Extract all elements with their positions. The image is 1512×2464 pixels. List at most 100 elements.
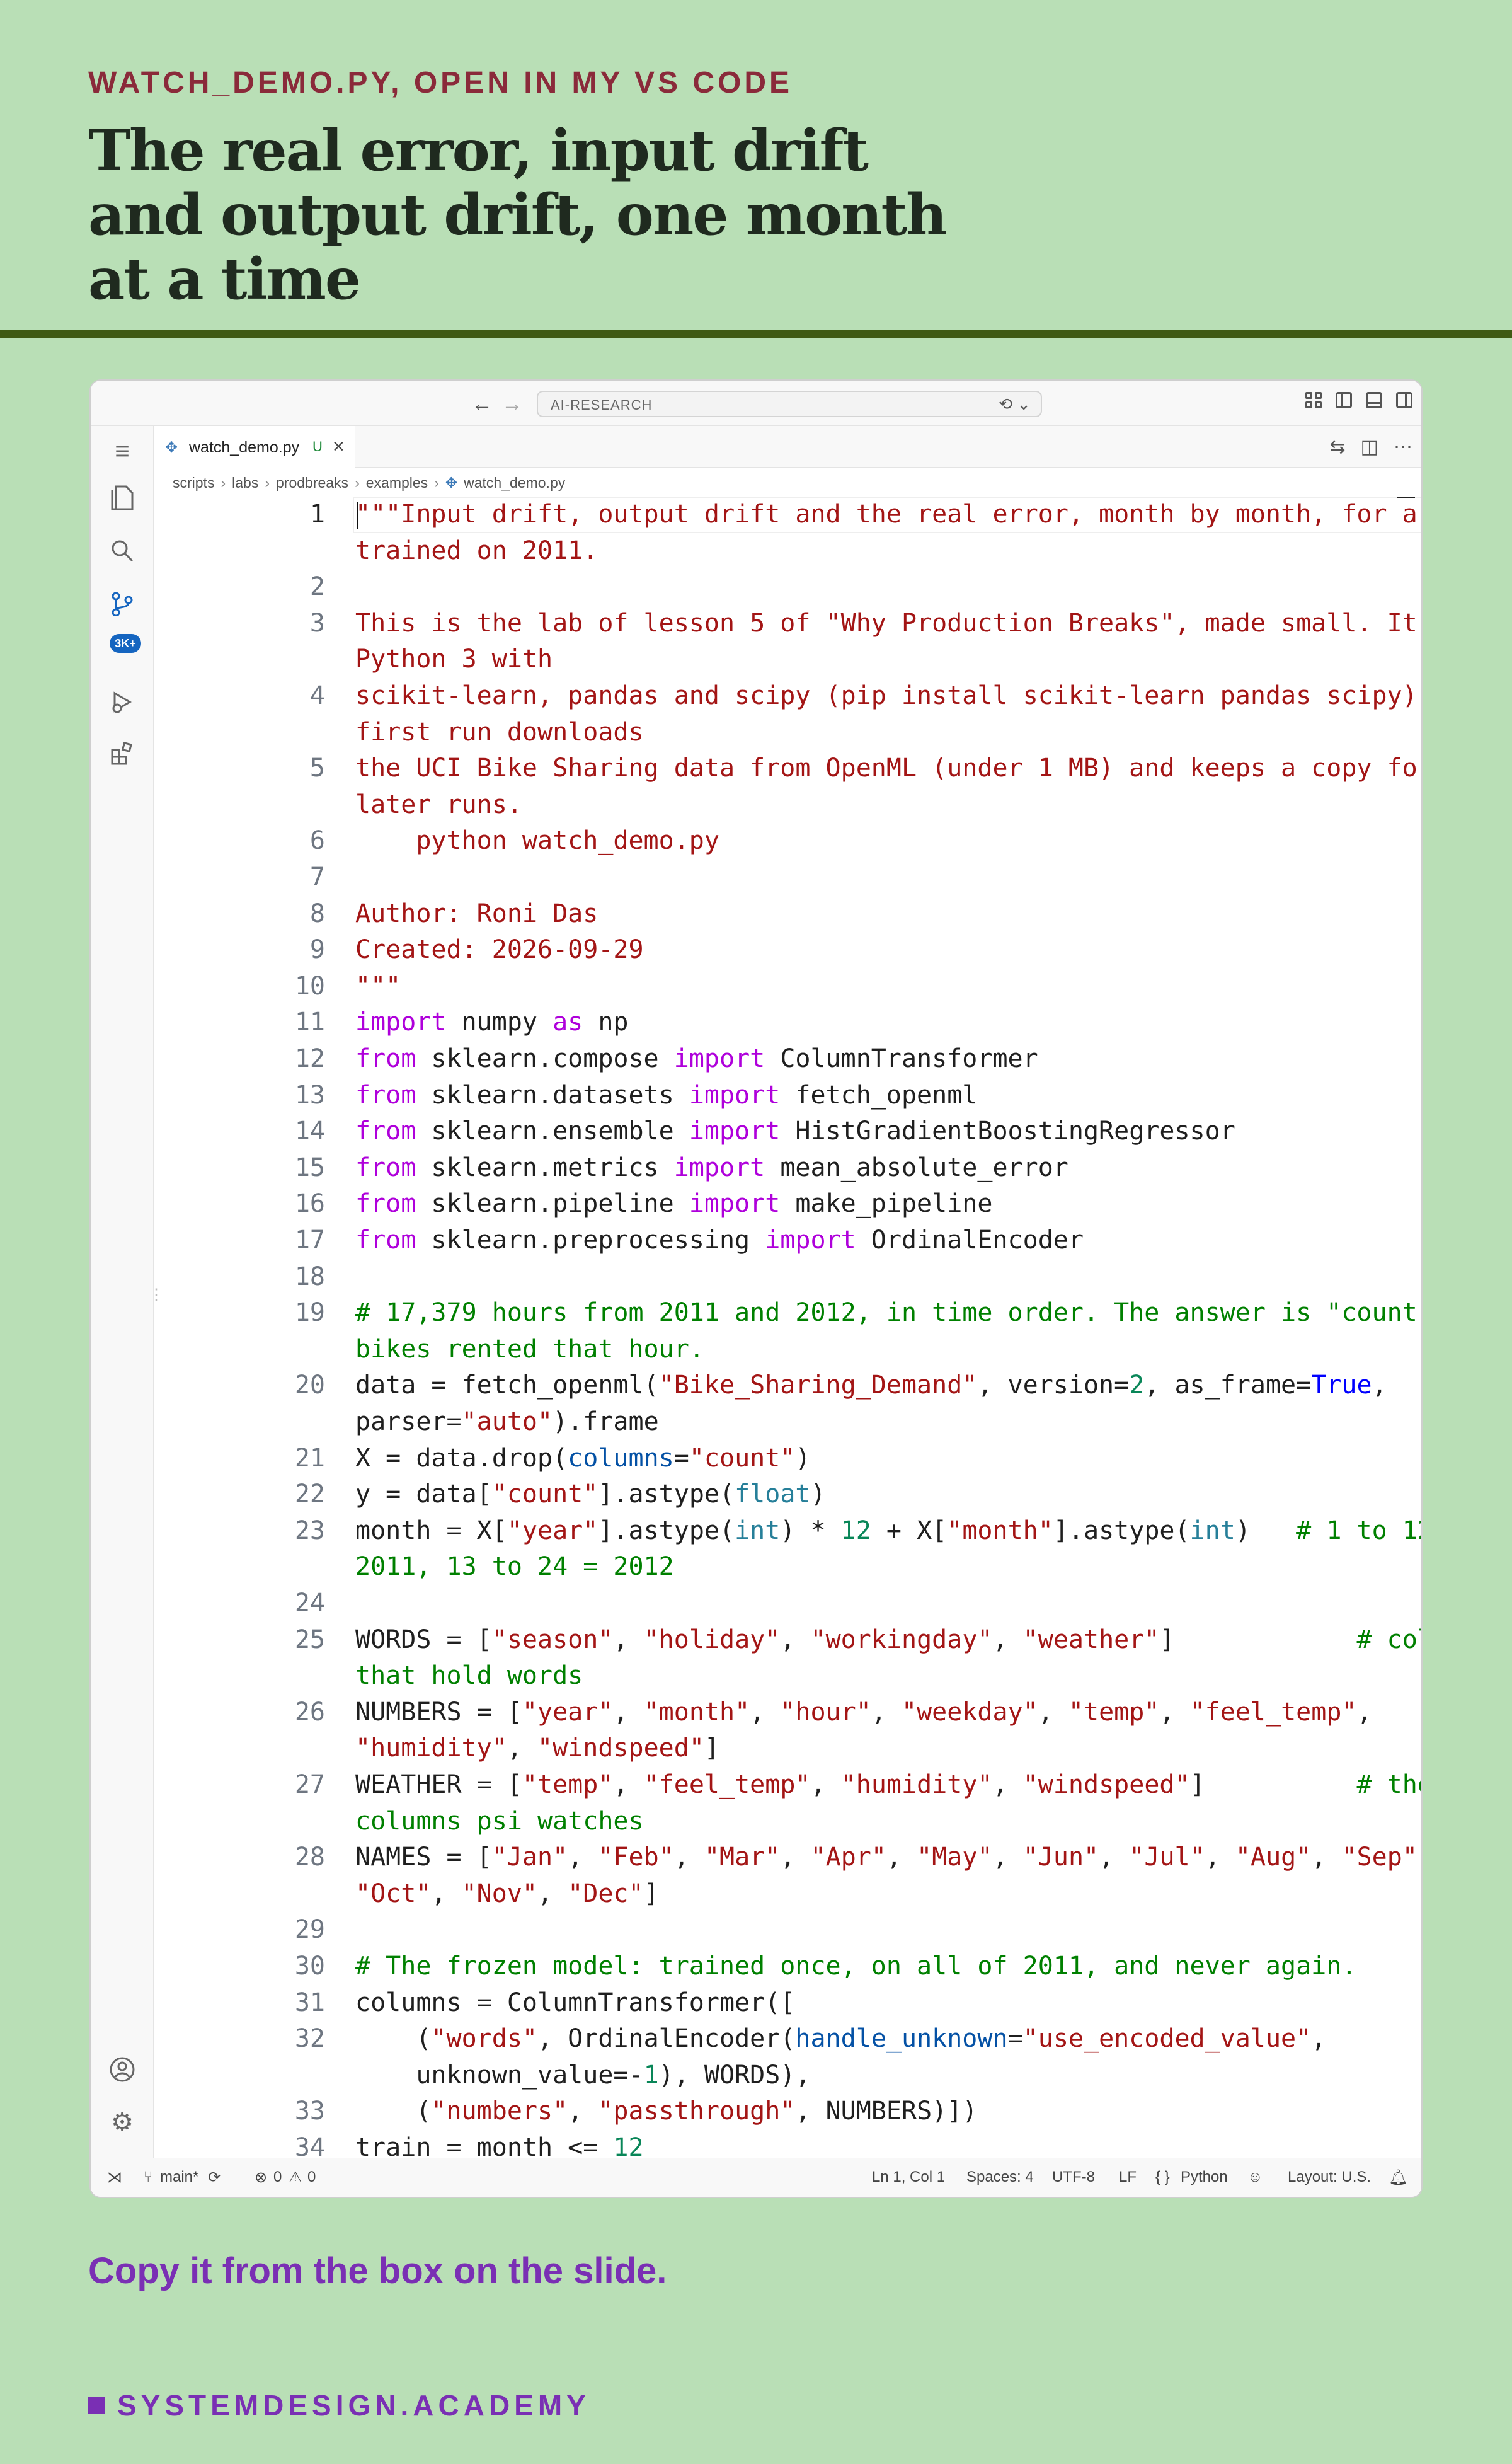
- code-text: from sklearn.preprocessing import Ordina…: [355, 1226, 1084, 1255]
- line-number: 33: [294, 2097, 325, 2126]
- chevron-right-icon: ›: [434, 474, 439, 491]
- toggle-secondary-sidebar-icon[interactable]: [1396, 392, 1412, 408]
- line-number: 34: [294, 2133, 325, 2160]
- customize-layout-icon[interactable]: [1305, 392, 1322, 408]
- title-bar: ← → AI-RESEARCH ⟲ ⌄: [91, 381, 1421, 426]
- code-text: Python 3 with: [355, 645, 553, 674]
- chevron-right-icon: ›: [355, 474, 360, 491]
- editor-actions: ⇆ ◫ ⋯: [1330, 436, 1413, 458]
- copilot-status-icon[interactable]: ☺: [1247, 2168, 1263, 2186]
- settings-gear-icon[interactable]: ⚙: [106, 2106, 139, 2139]
- account-icon[interactable]: [106, 2053, 139, 2086]
- divider-rule: [0, 330, 1512, 338]
- indentation[interactable]: Spaces: 4: [966, 2168, 1034, 2186]
- split-editor-icon[interactable]: ◫: [1361, 436, 1378, 458]
- line-number: 32: [294, 2024, 325, 2054]
- warning-icon[interactable]: ⚠: [289, 2168, 302, 2187]
- brand-name: SYSTEMDESIGN.ACADEMY: [117, 2389, 590, 2422]
- cursor-position[interactable]: Ln 1, Col 1: [872, 2168, 945, 2186]
- compare-changes-icon[interactable]: ⇆: [1330, 436, 1346, 458]
- python-file-icon: ✥: [445, 474, 458, 491]
- code-text: from sklearn.pipeline import make_pipeli…: [355, 1189, 993, 1219]
- code-text: "Oct", "Nov", "Dec"]: [355, 1879, 659, 1908]
- braces-icon: { }: [1155, 2168, 1170, 2185]
- remote-icon[interactable]: ⋊: [107, 2168, 122, 2187]
- git-branch-icon[interactable]: ⑂: [144, 2168, 152, 2186]
- close-icon[interactable]: ×: [333, 435, 345, 458]
- code-text: parser="auto").frame: [355, 1407, 659, 1436]
- code-text: from sklearn.metrics import mean_absolut…: [355, 1153, 1068, 1182]
- breadcrumb-item[interactable]: examples: [366, 475, 428, 492]
- forward-arrow-icon[interactable]: →: [501, 392, 523, 417]
- menu-icon[interactable]: ≡: [106, 435, 139, 468]
- command-center[interactable]: AI-RESEARCH ⟲ ⌄: [537, 391, 1042, 417]
- line-number: 25: [294, 1625, 325, 1654]
- extensions-icon[interactable]: [106, 737, 139, 770]
- sync-icon[interactable]: ⟳: [208, 2168, 220, 2187]
- error-icon[interactable]: ⊗: [255, 2168, 267, 2187]
- code-text: # The frozen model: trained once, on all…: [355, 1952, 1357, 1981]
- brand-square-icon: [88, 2397, 105, 2414]
- code-text: scikit-learn, pandas and scipy (pip inst…: [355, 681, 1421, 710]
- code-text: ("numbers", "passthrough", NUMBERS)]): [355, 2097, 978, 2126]
- code-text: trained on 2011.: [355, 536, 598, 565]
- toggle-panel-icon[interactable]: [1366, 392, 1382, 408]
- code-text: NUMBERS = ["year", "month", "hour", "wee…: [355, 1697, 1372, 1727]
- breadcrumb-item[interactable]: watch_demo.py: [464, 475, 565, 492]
- code-text: ("words", OrdinalEncoder(handle_unknown=…: [355, 2024, 1327, 2054]
- encoding[interactable]: UTF-8: [1052, 2168, 1095, 2186]
- toggle-primary-sidebar-icon[interactable]: [1336, 392, 1352, 408]
- code-text: from sklearn.ensemble import HistGradien…: [355, 1117, 1235, 1146]
- line-number: 29: [294, 1915, 325, 1945]
- line-number: 16: [294, 1189, 325, 1219]
- brand-footer: SYSTEMDESIGN.ACADEMY: [88, 2388, 590, 2422]
- files-icon[interactable]: [106, 481, 139, 514]
- code-text: Created: 2026-09-29: [355, 935, 644, 965]
- line-number: 10: [294, 971, 325, 1001]
- line-number: 22: [294, 1480, 325, 1509]
- line-number: 8: [309, 899, 325, 928]
- line-number: 18: [294, 1262, 325, 1291]
- layout-controls: [1305, 392, 1412, 408]
- branch-name[interactable]: main*: [160, 2168, 198, 2186]
- code-text: unknown_value=-1), WORDS),: [355, 2060, 811, 2090]
- code-text: data = fetch_openml("Bike_Sharing_Demand…: [355, 1371, 1387, 1400]
- code-editor[interactable]: 1 """Input drift, output drift and the re…: [154, 497, 1421, 2160]
- breadcrumb: scripts › labs › prodbreaks › examples ›…: [173, 469, 565, 497]
- breadcrumb-item[interactable]: prodbreaks: [276, 475, 348, 492]
- back-arrow-icon[interactable]: ←: [471, 392, 493, 417]
- breadcrumb-item[interactable]: scripts: [173, 475, 214, 492]
- line-number: 11: [294, 1008, 325, 1037]
- tab-watch-demo[interactable]: ✥ watch_demo.py U ×: [154, 426, 355, 468]
- warning-count[interactable]: 0: [307, 2168, 316, 2186]
- keyboard-layout[interactable]: Layout: U.S.: [1288, 2168, 1371, 2186]
- search-icon[interactable]: [106, 534, 139, 567]
- copilot-icon[interactable]: ⟲ ⌄: [999, 394, 1031, 414]
- more-actions-icon[interactable]: ⋯: [1394, 436, 1412, 458]
- line-number: 4: [309, 681, 325, 710]
- code-text: WEATHER = ["temp", "feel_temp", "humidit…: [355, 1770, 1421, 1799]
- run-debug-icon[interactable]: [106, 686, 139, 718]
- line-number: 6: [309, 826, 325, 856]
- code-text: NAMES = ["Jan", "Feb", "Mar", "Apr", "Ma…: [355, 1843, 1421, 1872]
- breadcrumb-item[interactable]: labs: [232, 475, 258, 492]
- line-number: 3: [309, 608, 325, 638]
- line-ending[interactable]: LF: [1119, 2168, 1137, 2186]
- code-text: first run downloads: [355, 717, 644, 747]
- code-text: train = month <= 12: [355, 2133, 644, 2160]
- code-text: from sklearn.compose import ColumnTransf…: [355, 1044, 1038, 1073]
- error-count[interactable]: 0: [273, 2168, 282, 2186]
- line-number: 5: [309, 754, 325, 783]
- line-number: 23: [294, 1516, 325, 1545]
- source-control-icon[interactable]: [106, 587, 139, 620]
- line-number: 28: [294, 1843, 325, 1872]
- language-mode[interactable]: Python: [1181, 2168, 1228, 2186]
- code-text: that hold words: [355, 1661, 583, 1691]
- code-text: the UCI Bike Sharing data from OpenML (u…: [355, 754, 1421, 783]
- line-number: 12: [294, 1044, 325, 1073]
- line-number: 14: [294, 1117, 325, 1146]
- notifications-bell-icon[interactable]: 🔔︎: [1389, 2168, 1407, 2187]
- code-text: This is the lab of lesson 5 of "Why Prod…: [355, 608, 1421, 638]
- line-number: 7: [309, 863, 325, 892]
- command-center-label: AI-RESEARCH: [551, 397, 653, 413]
